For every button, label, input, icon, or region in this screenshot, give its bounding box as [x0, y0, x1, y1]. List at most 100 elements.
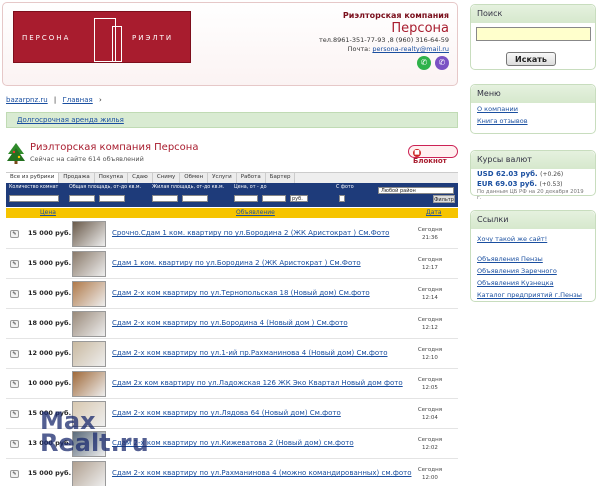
rate-usd-value: USD 62.03 руб.: [477, 170, 538, 178]
bookmark-icon[interactable]: ✎: [10, 470, 19, 478]
listing-time: 12:14: [421, 295, 438, 301]
listing-title-link[interactable]: Сдам 2-х ком квартиру по ул.Бородина 4 (…: [112, 319, 348, 327]
bookmark-icon[interactable]: ✎: [10, 410, 19, 418]
tab-all[interactable]: Все из рубрики: [6, 173, 60, 183]
tab-rent-in[interactable]: Сниму: [152, 173, 181, 183]
bookmark-icon[interactable]: ✎: [10, 230, 19, 238]
listing-photo[interactable]: [72, 311, 106, 337]
link-want-site[interactable]: Хочу такой же сайт!: [471, 233, 595, 245]
category-bar: Долгосрочная аренда жилья: [6, 112, 458, 128]
link-catalog[interactable]: Каталог предприятий г.Пензы: [471, 289, 595, 301]
listing-date: Сегодня 12:04: [418, 406, 442, 422]
listing-date: Сегодня 12:17: [418, 256, 442, 272]
whatsapp-icon[interactable]: ✆: [417, 56, 431, 70]
listing-title-link[interactable]: Сдам 2-х ком квартиру по ул.Рахманинова …: [112, 469, 412, 477]
breadcrumb-home[interactable]: Главная: [63, 96, 93, 104]
price-to-input[interactable]: [262, 195, 286, 202]
listing-time: 12:04: [421, 415, 438, 421]
listing-title-link[interactable]: Сдам 2-х ком квартиру по ул.1-ий пр.Рахм…: [112, 349, 388, 357]
tab-work[interactable]: Работа: [236, 173, 266, 183]
tab-rent-out[interactable]: Сдаю: [128, 173, 153, 183]
listing-photo[interactable]: [72, 341, 106, 367]
tab-services[interactable]: Услуги: [208, 173, 237, 183]
filter-price-label: Цена, от - до: [234, 185, 267, 190]
listing-day: Сегодня: [417, 377, 442, 383]
logo-text-left: ПЕРСОНА: [22, 34, 71, 42]
area-from-input[interactable]: [69, 195, 95, 202]
main-column: ПЕРСОНА РИЭЛТИ Риэлторская компания Перс…: [0, 0, 462, 486]
sort-price-link[interactable]: Цена: [40, 209, 56, 216]
tab-buy[interactable]: Покупка: [94, 173, 129, 183]
tab-barter[interactable]: Бартер: [265, 173, 296, 183]
table-row: ✎ 18 000 руб. Сдам 2-х ком квартиру по ул.…: [6, 309, 458, 339]
tab-sale[interactable]: Продажа: [59, 173, 95, 183]
bookmark-icon[interactable]: ✎: [10, 350, 19, 358]
listing-day: Сегодня: [417, 317, 442, 323]
listing-day: Сегодня: [417, 257, 442, 263]
breadcrumb-site[interactable]: bazarpnz.ru: [6, 96, 48, 104]
listing-photo[interactable]: [72, 371, 106, 397]
rate-usd: USD 62.03 руб. (+0.26): [471, 169, 595, 179]
catalog-count: Сейчас на сайте 614 объявлений: [30, 155, 144, 163]
bookmark-icon[interactable]: ✎: [10, 380, 19, 388]
listing-title-link[interactable]: Срочно.Сдам 1 ком. квартиру по ул.Бороди…: [112, 229, 389, 237]
table-row: ✎ 15 000 руб. Срочно.Сдам 1 ком. квартиру …: [6, 219, 458, 249]
rooms-select[interactable]: [9, 195, 59, 202]
living-from-input[interactable]: [152, 195, 178, 202]
menu-panel-title: Меню: [471, 85, 595, 103]
filter-rooms-label: Количество комнат: [9, 185, 59, 190]
filter-living-label: Жилая площадь, от-до кв.м.: [152, 185, 225, 190]
breadcrumb: bazarpnz.ru | Главная ›: [6, 96, 456, 108]
link-zarechny[interactable]: Объявления Заречного: [471, 265, 595, 277]
listing-title-link[interactable]: Сдам 2х ком квартиру по ул.Ладожская 126…: [112, 379, 403, 387]
sort-date-link[interactable]: Дата: [426, 209, 442, 216]
bookmark-icon[interactable]: ✎: [10, 290, 19, 298]
listing-title-link[interactable]: Сдам 1 ком. квартиру по ул.Бородина 2 (Ж…: [112, 259, 361, 267]
district-select[interactable]: Любой район: [378, 187, 454, 194]
search-button[interactable]: Искать: [506, 52, 556, 66]
listing-price: 10 000 руб.: [28, 379, 72, 387]
tab-bar: Все из рубрики Продажа Покупка Сдаю Сним…: [6, 172, 458, 183]
mail-label: Почта:: [347, 45, 371, 53]
notebook-button[interactable]: ■ Блокнот: [408, 145, 458, 165]
listing-price: 15 000 руб.: [28, 229, 72, 237]
bookmark-icon[interactable]: ✎: [10, 320, 19, 328]
tab-exchange[interactable]: Обмен: [180, 173, 209, 183]
listing-photo[interactable]: [72, 281, 106, 307]
category-link[interactable]: Долгосрочная аренда жилья: [17, 116, 124, 124]
rate-eur-change: (+0.53): [539, 181, 563, 188]
listing-day: Сегодня: [417, 467, 442, 473]
company-logo[interactable]: ПЕРСОНА РИЭЛТИ: [13, 11, 191, 63]
search-input[interactable]: [476, 27, 591, 41]
listing-date: Сегодня 12:02: [418, 436, 442, 452]
link-kuznetsk[interactable]: Объявления Кузнецка: [471, 277, 595, 289]
chevron-right-icon: ›: [98, 96, 102, 104]
bookmark-icon[interactable]: ✎: [10, 260, 19, 268]
listing-date: Сегодня 12:00: [418, 466, 442, 482]
rates-note: По данным ЦБ РФ на 20 декабря 2019 г.: [477, 189, 584, 201]
search-panel-title: Поиск: [471, 5, 595, 23]
menu-item-about[interactable]: О компании: [471, 103, 595, 115]
listing-photo[interactable]: [72, 461, 106, 486]
currency-select[interactable]: руб.: [290, 195, 308, 202]
mail-link[interactable]: persona-realty@mail.ru: [372, 45, 449, 53]
sort-object-link[interactable]: Объявление: [236, 209, 275, 216]
listing-date: Сегодня 12:14: [418, 286, 442, 302]
menu-item-reviews[interactable]: Книга отзывов: [471, 115, 595, 127]
photo-checkbox[interactable]: [339, 195, 345, 202]
living-to-input[interactable]: [182, 195, 208, 202]
link-penza[interactable]: Объявления Пензы: [471, 253, 595, 265]
area-to-input[interactable]: [99, 195, 125, 202]
listing-photo[interactable]: [72, 251, 106, 277]
filter-button[interactable]: Фильтр: [433, 195, 455, 203]
breadcrumb-separator: |: [53, 96, 57, 104]
listing-photo[interactable]: [72, 221, 106, 247]
listing-title-link[interactable]: Сдам 2-х ком квартиру по ул.Тернопольска…: [112, 289, 370, 297]
menu-panel: Меню О компании Книга отзывов: [470, 84, 596, 134]
price-from-input[interactable]: [234, 195, 258, 202]
listing-price: 15 000 руб.: [28, 469, 72, 477]
filter-bar: Количество комнат Общая площадь, от-до к…: [6, 183, 458, 207]
bookmark-icon[interactable]: ✎: [10, 440, 19, 448]
table-header: Цена Объявление Дата: [6, 208, 458, 218]
viber-icon[interactable]: ✆: [435, 56, 449, 70]
